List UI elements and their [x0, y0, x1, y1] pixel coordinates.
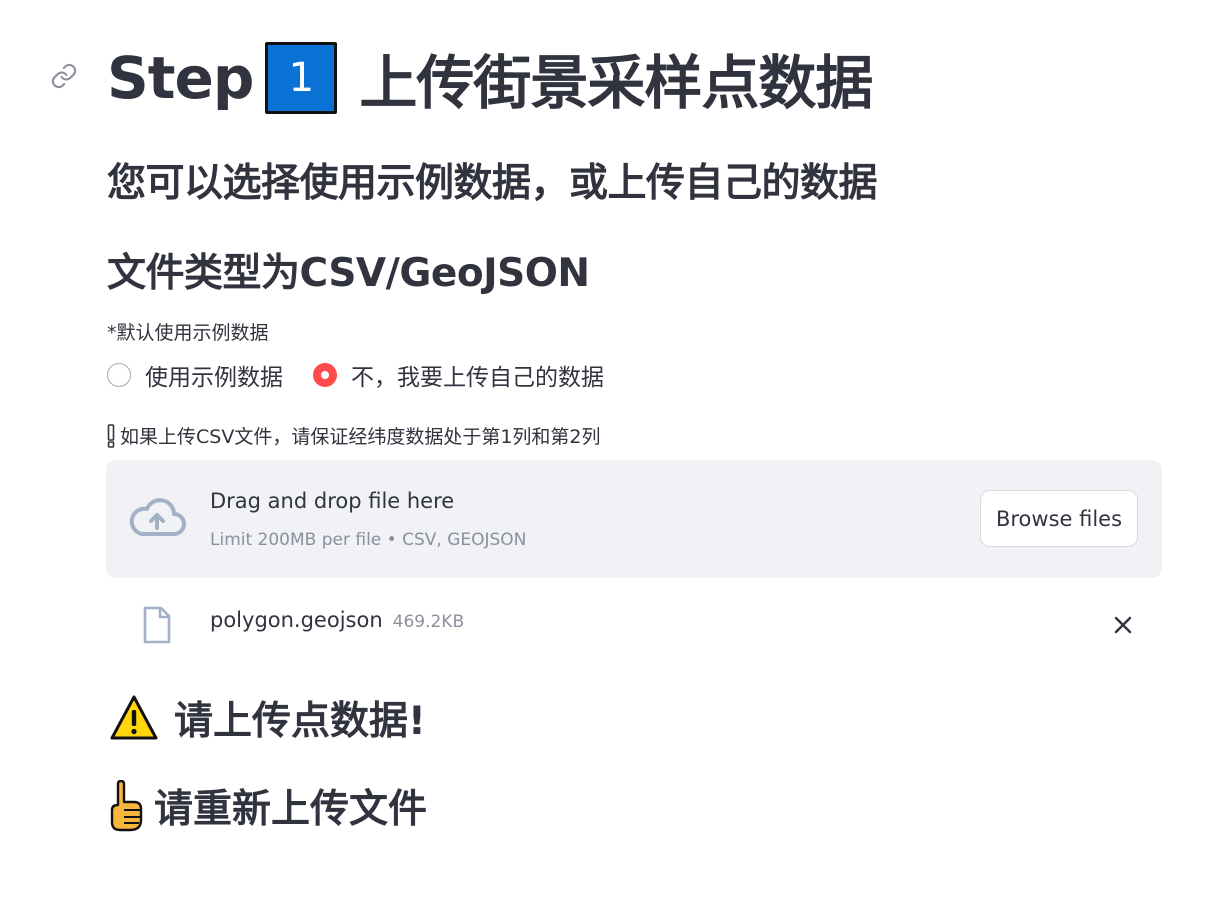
uploaded-file-row: polygon.geojson 469.2KB	[106, 598, 1162, 652]
subtitle-choose-data: 您可以选择使用示例数据，或上传自己的数据	[107, 161, 878, 206]
warning-icon	[110, 695, 158, 740]
radio-option-upload-own[interactable]: 不，我要上传自己的数据	[313, 358, 604, 392]
file-icon	[143, 606, 171, 644]
subtitle-file-type: 文件类型为CSV/GeoJSON	[107, 251, 590, 296]
dropzone-title: Drag and drop file here	[210, 489, 455, 513]
file-name: polygon.geojson 469.2KB	[210, 608, 464, 632]
keycap-digit: 1	[288, 55, 315, 101]
file-name-text: polygon.geojson	[210, 608, 383, 632]
dropzone-limit-text: Limit 200MB per file • CSV, GEOJSON	[210, 530, 527, 550]
file-dropzone[interactable]: Drag and drop file here Limit 200MB per …	[106, 460, 1162, 578]
retry-text: 请重新上传文件	[154, 787, 428, 832]
page-title: Step 1 上传街景采样点数据	[107, 38, 873, 118]
warning-text: 请上传点数据!	[174, 699, 426, 744]
data-source-radio-group: 使用示例数据 不，我要上传自己的数据	[107, 358, 634, 392]
exclamation-icon	[107, 423, 115, 448]
uploader-caption: 如果上传CSV文件，请保证经纬度数据处于第1列和第2列	[106, 422, 601, 449]
title-prefix: Step	[107, 44, 254, 112]
radio-button-unchecked[interactable]	[107, 363, 131, 387]
browse-files-button[interactable]: Browse files	[980, 490, 1138, 547]
close-icon	[1114, 616, 1132, 634]
keycap-1-icon: 1	[265, 42, 338, 114]
pointing-up-icon	[110, 780, 143, 832]
radio-button-checked[interactable]	[313, 363, 337, 387]
remove-file-button[interactable]	[1110, 612, 1136, 638]
file-size: 469.2KB	[392, 612, 465, 632]
radio-label: 不，我要上传自己的数据	[351, 365, 604, 391]
title-suffix: 上传街景采样点数据	[359, 49, 873, 117]
uploader-caption-text: 如果上传CSV文件，请保证经纬度数据处于第1列和第2列	[120, 426, 601, 448]
page: Step 1 上传街景采样点数据 您可以选择使用示例数据，或上传自己的数据 文件…	[0, 0, 1229, 919]
link-icon[interactable]	[50, 62, 78, 90]
retry-message: 请重新上传文件	[108, 778, 427, 834]
warning-message: 请上传点数据!	[110, 690, 426, 746]
radio-option-sample-data[interactable]: 使用示例数据	[107, 358, 283, 392]
radio-label: 使用示例数据	[145, 365, 283, 391]
radio-caption: *默认使用示例数据	[107, 322, 269, 344]
cloud-upload-icon	[129, 498, 186, 536]
